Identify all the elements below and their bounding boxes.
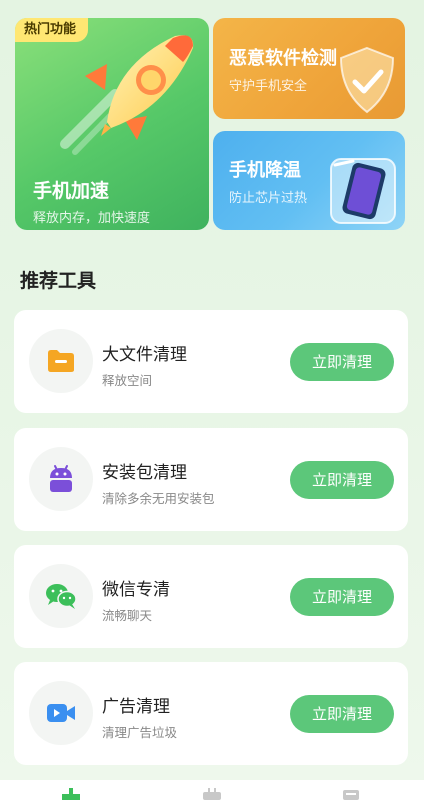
tool-card-wechat: 微信专清 流畅聊天 立即清理 (14, 545, 408, 648)
tool-name: 安装包清理 (102, 463, 187, 483)
phone-cool-card[interactable]: 手机降温 防止芯片过热 (213, 131, 405, 230)
tool-icon[interactable] (197, 786, 227, 800)
malware-scan-card[interactable]: 恶意软件检测 守护手机安全 (213, 18, 405, 119)
tool-icon-bg (29, 564, 93, 628)
file-icon[interactable] (336, 786, 366, 800)
tool-name: 微信专清 (102, 580, 170, 600)
rocket-icon (60, 35, 194, 155)
phone-cool-title: 手机降温 (229, 160, 301, 181)
clean-now-button[interactable]: 立即清理 (290, 461, 394, 499)
clean-now-button[interactable]: 立即清理 (290, 578, 394, 616)
tool-desc: 释放空间 (102, 373, 153, 388)
section-title: 推荐工具 (20, 270, 97, 292)
malware-scan-title: 恶意软件检测 (229, 48, 337, 69)
tool-icon-bg (29, 329, 93, 393)
shield-icon (339, 46, 395, 114)
bottom-nav (0, 780, 424, 800)
phone-cool-subtitle: 防止芯片过热 (229, 191, 308, 206)
video-icon (47, 704, 75, 722)
tool-icon-bg (29, 681, 93, 745)
wechat-icon (46, 584, 77, 609)
tool-card-ads: 广告清理 清理广告垃圾 立即清理 (14, 662, 408, 765)
folder-icon (48, 350, 74, 372)
tool-card-large-file: 大文件清理 释放空间 立即清理 (14, 310, 408, 413)
feature-cards: 热门功能 手机加速 释放内存，加快速度 恶意软件检测 守护手机安全 手机降温 防… (15, 18, 405, 230)
tool-name: 广告清理 (102, 697, 170, 717)
home-icon[interactable] (56, 786, 86, 800)
tool-desc: 流畅聊天 (102, 608, 153, 623)
tool-icon-bg (29, 447, 93, 511)
android-icon (50, 465, 72, 492)
tool-name: 大文件清理 (102, 345, 187, 365)
tool-desc: 清理广告垃圾 (102, 725, 178, 740)
tool-desc: 清除多余无用安装包 (102, 491, 215, 506)
phone-boost-title: 手机加速 (33, 180, 110, 202)
malware-scan-subtitle: 守护手机安全 (229, 79, 308, 94)
phone-boost-card[interactable]: 热门功能 手机加速 释放内存，加快速度 (15, 18, 209, 230)
clean-now-button[interactable]: 立即清理 (290, 695, 394, 733)
tool-card-apk: 安装包清理 清除多余无用安装包 立即清理 (14, 428, 408, 531)
ice-cube-icon (330, 158, 396, 224)
clean-now-button[interactable]: 立即清理 (290, 343, 394, 381)
phone-boost-subtitle: 释放内存，加快速度 (33, 211, 151, 226)
